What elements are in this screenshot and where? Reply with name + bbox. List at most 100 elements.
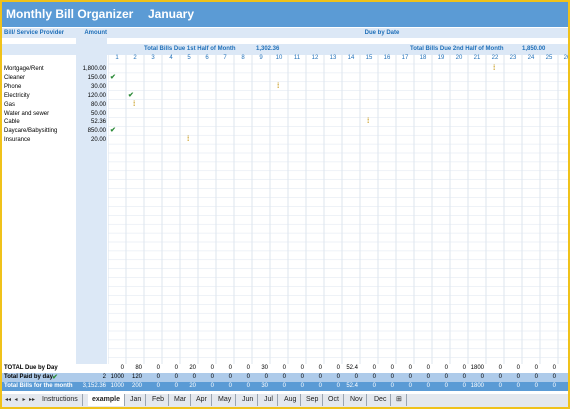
day-total-cell: 0 [372, 365, 376, 371]
day-total-cell: 0 [552, 365, 556, 371]
bill-name[interactable]: Electricity [4, 92, 30, 100]
day-total-cell: 0 [516, 365, 520, 371]
last-sheet-icon[interactable]: ▸▸ [28, 396, 36, 403]
day-total-cell: 0 [556, 373, 568, 382]
sheet-tab[interactable]: Mar [170, 394, 192, 406]
bill-amount[interactable]: 52.36 [76, 118, 106, 126]
day-total-cell: 1800 [470, 383, 484, 389]
bill-amount[interactable]: 50.00 [76, 110, 106, 118]
day-total-cell: 0 [336, 383, 340, 389]
day-total-cell: 0 [282, 383, 286, 389]
day-number: 23 [509, 55, 517, 61]
paid-check-icon[interactable]: ✔ [110, 127, 116, 134]
bill-name[interactable]: Cable [4, 118, 20, 126]
provider-header: Bill/ Service Provider [4, 30, 65, 36]
day-total-cell: 0 [228, 383, 232, 389]
total-paid-row: Total Paid by day ✔ 2 1000 120 0 0 0 0 0 0 0 0 0 0 0… [2, 373, 568, 382]
day-total-cell: 0 [426, 365, 430, 371]
day-total-cell: 0 [228, 374, 232, 380]
day-total-cell: 0 [156, 374, 160, 380]
pending-marker-icon[interactable]: ⁞ [367, 118, 369, 125]
paid-check-icon[interactable]: ✔ [110, 74, 116, 81]
total-due-label: TOTAL Due by Day [4, 365, 58, 371]
day-total-cell: 0 [246, 383, 250, 389]
day-number: 9 [259, 55, 263, 61]
sheet-tab[interactable]: Sep [302, 394, 324, 406]
sheet-tab[interactable]: Instructions [38, 394, 83, 406]
first-sheet-icon[interactable]: ◂◂ [4, 396, 12, 403]
pending-marker-icon[interactable]: ⁞ [277, 83, 279, 90]
day-total-cell: 0 [462, 383, 466, 389]
bill-amount[interactable]: 30.00 [76, 83, 106, 91]
day-number: 20 [455, 55, 463, 61]
next-sheet-icon[interactable]: ▸ [20, 396, 28, 403]
day-total-cell: 30 [261, 383, 268, 389]
day-total-cell: 52.4 [346, 383, 358, 389]
bill-amount[interactable]: 150.00 [76, 74, 106, 82]
sheet-tab[interactable]: example [88, 394, 126, 406]
day-total-cell: 20 [189, 365, 196, 371]
day-number: 3 [151, 55, 155, 61]
bill-name[interactable]: Phone [4, 83, 21, 91]
pending-marker-icon[interactable]: ⁞ [133, 101, 135, 108]
bill-name[interactable]: Cleaner [4, 74, 25, 82]
sheet-tab[interactable]: Jul [260, 394, 278, 406]
sheet-tab[interactable]: May [214, 394, 237, 406]
day-total-cell: 1000 [110, 374, 124, 380]
prev-sheet-icon[interactable]: ◂ [12, 396, 20, 403]
day-total-cell: 0 [228, 365, 232, 371]
title-bar: Monthly Bill Organizer January [2, 2, 568, 27]
day-total-cell: 0 [246, 374, 250, 380]
day-number: 15 [365, 55, 373, 61]
bill-name[interactable]: Gas [4, 101, 15, 109]
day-number: 12 [311, 55, 319, 61]
day-number: 17 [401, 55, 409, 61]
sheet-tab[interactable]: Dec [370, 394, 392, 406]
sheet-tab[interactable]: Oct [324, 394, 344, 406]
day-grid[interactable] [108, 55, 568, 364]
sheet-tab[interactable]: Aug [280, 394, 302, 406]
sheet-tab[interactable]: Jun [238, 394, 259, 406]
total-bills-label: Total Bills for the month [4, 383, 73, 389]
total-due-row: TOTAL Due by Day 0 80 0 0 20 0 0 0 30 0 0 0 0 52.4 0 0 0… [2, 364, 568, 373]
day-number: 25 [545, 55, 553, 61]
day-total-cell: 0 [444, 374, 448, 380]
day-number: 10 [275, 55, 283, 61]
day-number: 24 [527, 55, 535, 61]
bill-amount[interactable]: 120.00 [76, 92, 106, 100]
sheet-tab[interactable]: Nov [346, 394, 368, 406]
day-total-cell: 0 [444, 365, 448, 371]
insert-sheet-icon[interactable]: ⊞ [392, 394, 407, 406]
month-label[interactable]: January [148, 7, 194, 21]
paid-check-icon[interactable]: ✔ [128, 92, 134, 99]
day-total-cell: 30 [261, 365, 268, 371]
bill-amount[interactable]: 20.00 [76, 136, 106, 144]
total-paid-label: Total Paid by day [4, 374, 53, 380]
half-month-totals-row: Total Bills Due 1st Half of Month 1,302.… [2, 44, 568, 55]
bill-name[interactable]: Water and sewer [4, 110, 49, 118]
sheet-tab[interactable]: Apr [192, 394, 212, 406]
day-total-cell: 0 [336, 365, 340, 371]
pending-marker-icon[interactable]: ⁞ [187, 136, 189, 143]
bill-amount[interactable]: 1,800.00 [76, 65, 106, 73]
day-total-cell: 0 [534, 383, 538, 389]
day-number: 2 [133, 55, 137, 61]
pending-marker-icon[interactable]: ⁞ [493, 65, 495, 72]
day-total-cell: 1000 [110, 383, 124, 389]
day-total-cell: 0 [390, 365, 394, 371]
bill-name[interactable]: Mortgage/Rent [4, 65, 44, 73]
day-total-cell: 0 [408, 374, 412, 380]
day-total-cell: 52.4 [346, 365, 358, 371]
day-total-cell: 80 [135, 365, 142, 371]
bill-amount[interactable]: 850.00 [76, 127, 106, 135]
bill-name[interactable]: Insurance [4, 136, 30, 144]
sheet-tab[interactable]: Jan [126, 394, 147, 406]
day-total-cell: 0 [498, 374, 502, 380]
sheet-tab[interactable]: Feb [148, 394, 170, 406]
due-by-date-header: Due by Date [364, 30, 400, 36]
bill-name[interactable]: Daycare/Babysitting [4, 127, 57, 135]
day-total-cell: 0 [552, 374, 556, 380]
first-half-total-label: Total Bills Due 1st Half of Month [144, 46, 236, 52]
day-total-cell: 120 [131, 374, 142, 380]
bill-amount[interactable]: 80.00 [76, 101, 106, 109]
